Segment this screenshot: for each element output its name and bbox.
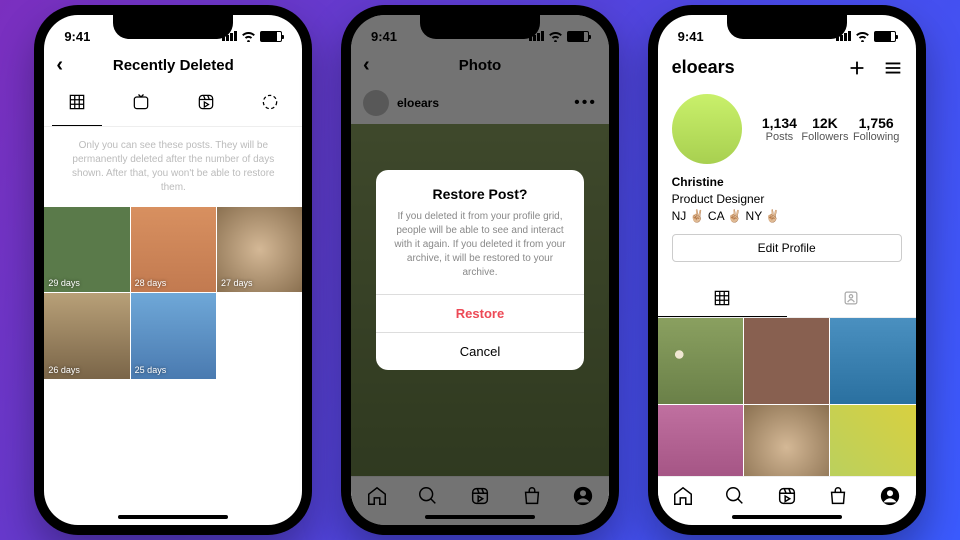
stat-posts[interactable]: 1,134Posts	[762, 115, 797, 143]
deleted-thumbnail[interactable]: 28 days	[131, 207, 216, 292]
bottom-nav	[658, 476, 916, 511]
home-indicator[interactable]	[732, 515, 842, 519]
page-title: Recently Deleted	[113, 57, 234, 74]
tab-reels[interactable]	[181, 88, 231, 116]
back-button[interactable]: ‹	[56, 54, 63, 77]
stat-following[interactable]: 1,756Following	[853, 115, 899, 143]
phone-recently-deleted: 9:41 ‹ Recently Deleted Only you can see…	[34, 5, 312, 535]
menu-button[interactable]	[882, 57, 904, 79]
deleted-thumbnail[interactable]: 25 days	[131, 293, 216, 378]
restore-dialog: Restore Post? If you deleted it from you…	[376, 170, 584, 370]
restore-button[interactable]: Restore	[376, 294, 584, 332]
tab-grid[interactable]	[52, 88, 102, 116]
modal-scrim[interactable]: Restore Post? If you deleted it from you…	[351, 15, 609, 525]
post-thumbnail[interactable]	[830, 318, 915, 403]
deleted-thumbnail[interactable]: 26 days	[44, 293, 129, 378]
stat-followers[interactable]: 12KFollowers	[801, 115, 848, 143]
nav-shop-icon[interactable]	[827, 485, 849, 507]
nav-search-icon[interactable]	[724, 485, 746, 507]
create-button[interactable]	[846, 57, 868, 79]
wifi-icon	[855, 31, 870, 42]
grid-icon	[67, 92, 87, 112]
tab-stories[interactable]	[245, 88, 295, 116]
nav-reels-icon[interactable]	[776, 485, 798, 507]
story-circle-icon	[260, 92, 280, 112]
phone-restore-dialog: 9:41 ‹ Photo eloears ••• Restore Post? I…	[341, 5, 619, 535]
cancel-button[interactable]: Cancel	[376, 332, 584, 370]
post-thumbnail[interactable]	[658, 318, 743, 403]
post-thumbnail[interactable]	[744, 405, 829, 476]
tab-posts-grid[interactable]	[658, 280, 787, 317]
post-thumbnail[interactable]	[830, 405, 915, 476]
profile-bio: Christine Product Designer NJ ✌🏼 CA ✌🏼 N…	[672, 174, 902, 224]
wifi-icon	[241, 31, 256, 42]
posts-grid	[658, 318, 916, 476]
profile-stats: 1,134Posts 12KFollowers 1,756Following	[760, 115, 902, 143]
igtv-icon	[131, 92, 151, 112]
post-thumbnail[interactable]	[744, 318, 829, 403]
deleted-thumbnail[interactable]: 29 days	[44, 207, 129, 292]
deleted-grid: 29 days 28 days 27 days 26 days 25 days	[44, 207, 302, 379]
nav-home-icon[interactable]	[672, 485, 694, 507]
reels-icon	[196, 92, 216, 112]
post-thumbnail[interactable]	[658, 405, 743, 476]
content-type-tabs	[44, 82, 302, 127]
header: ‹ Recently Deleted	[44, 49, 302, 82]
header: eloears	[658, 49, 916, 86]
info-text: Only you can see these posts. They will …	[44, 127, 302, 207]
dialog-title: Restore Post?	[376, 186, 584, 202]
phone-profile: 9:41 eloears 1,134Posts 12KFollowers 1,7…	[648, 5, 926, 535]
tab-igtv[interactable]	[116, 88, 166, 116]
profile-tabs	[658, 280, 916, 318]
edit-profile-button[interactable]: Edit Profile	[672, 234, 902, 262]
grid-icon	[712, 288, 732, 308]
battery-icon	[260, 31, 282, 42]
clock: 9:41	[678, 29, 704, 44]
deleted-thumbnail[interactable]: 27 days	[217, 207, 302, 292]
home-indicator[interactable]	[118, 515, 228, 519]
dialog-body: If you deleted it from your profile grid…	[376, 210, 584, 294]
nav-profile-icon[interactable]	[879, 485, 901, 507]
profile-username[interactable]: eloears	[672, 57, 735, 78]
clock: 9:41	[64, 29, 90, 44]
battery-icon	[874, 31, 896, 42]
profile-avatar[interactable]	[672, 94, 742, 164]
tab-tagged[interactable]	[787, 280, 916, 317]
tagged-icon	[841, 288, 861, 308]
